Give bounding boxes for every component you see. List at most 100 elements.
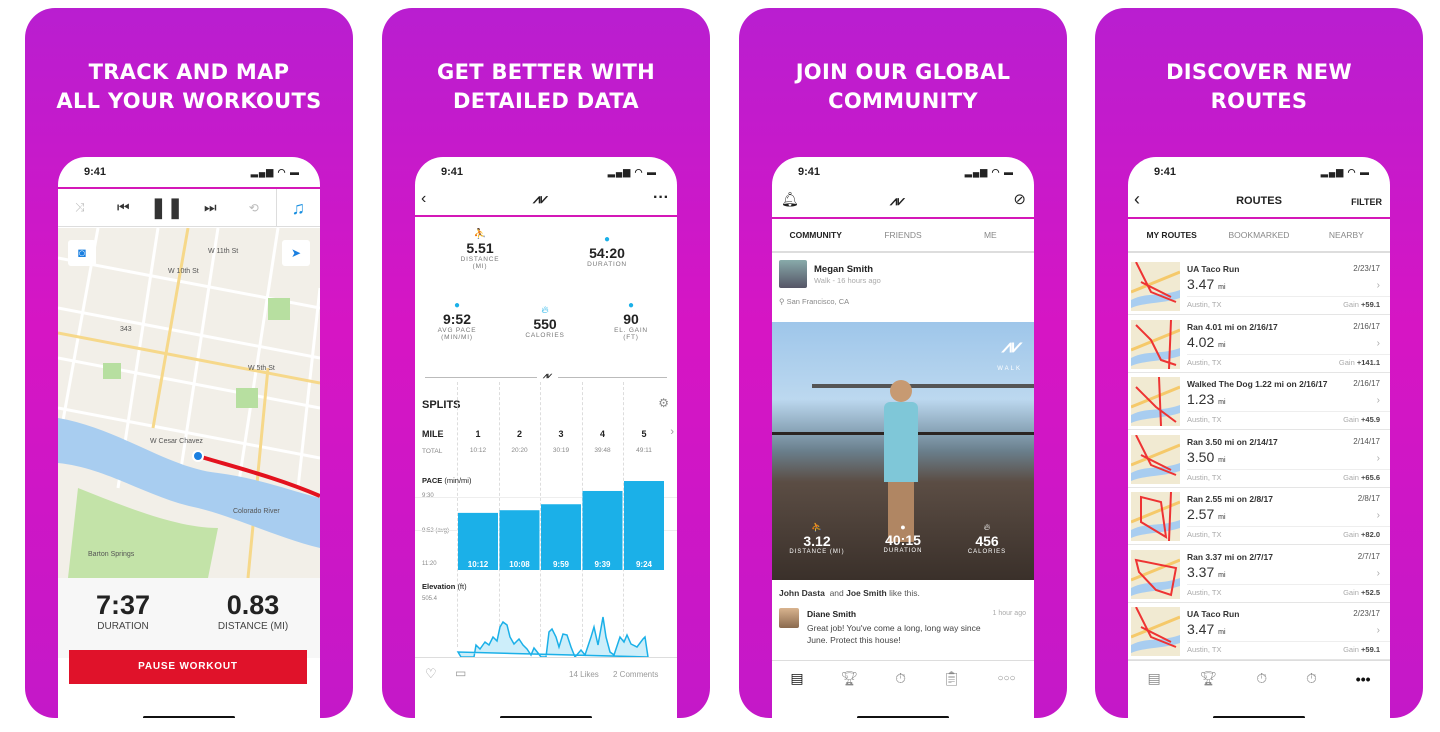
tab-community[interactable]: COMMUNITY [772, 230, 859, 240]
chevron-right-icon: › [1376, 395, 1380, 406]
heart-icon[interactable]: ♡ [425, 666, 437, 682]
route-row[interactable]: Ran 2.55 mi on 2/8/17 2/8/17 2.57 mi › A… [1128, 488, 1390, 545]
likes-text: like this. [889, 588, 920, 598]
commenter-name[interactable]: Diane Smith [807, 609, 856, 619]
tab-bookmarked[interactable]: BOOKMARKED [1215, 230, 1302, 240]
route-miles: 3.50 [1187, 448, 1215, 465]
pace-bar [582, 490, 623, 570]
comment-text: Great job! You've come a long, long way … [807, 623, 981, 645]
phone-screen: 9:41 ▂▄▆ ◠ ▬ ⤨ ⏮ ❚❚ ⏭ ⟲ ♫ W 11th St W 10t… [58, 157, 320, 718]
gain-value: +141.1 [1356, 357, 1380, 367]
route-row[interactable]: Ran 3.50 mi on 2/14/17 2/14/17 3.50 mi ›… [1128, 431, 1390, 488]
next-icon[interactable]: ⏭ [189, 199, 233, 216]
signal-wifi-battery-icon: ▂▄▆ ◠ ▬ [607, 166, 657, 177]
gain-label: Gain [1338, 357, 1355, 367]
route-row[interactable]: Ran 3.37 mi on 2/7/17 2/7/17 3.37 mi › A… [1128, 546, 1390, 603]
trophy-icon[interactable]: 🏆︎ [840, 670, 858, 687]
route-distance: 3.47 mi [1187, 621, 1226, 637]
chevron-right-icon: › [1376, 280, 1380, 291]
route-name: UA Taco Run [1187, 609, 1240, 619]
avatar[interactable] [779, 260, 807, 288]
route-unit: mi [1218, 341, 1226, 349]
photo-stat-calories: 🔥︎ 456 CALORIES [952, 522, 1022, 555]
route-row[interactable]: UA Taco Run 2/23/17 3.47 mi › Austin, TX… [1128, 603, 1390, 660]
music-note-icon[interactable]: ♫ [275, 188, 321, 227]
more-icon[interactable]: ••• [1356, 671, 1371, 687]
comments-count[interactable]: 2 Comments [613, 670, 658, 679]
phone-screen: 9:41 ▂▄▆ ◠ ▬ ‹ ROUTES FILTER MY ROUTES BO… [1128, 157, 1390, 718]
stat-value: 3.12 [803, 533, 831, 549]
likes-line[interactable]: John Dasta and Joe Smith like this. [779, 588, 920, 598]
chevron-right-icon: › [1376, 452, 1380, 464]
route-row[interactable]: Ran 4.01 mi on 2/16/17 2/16/17 4.02 mi ›… [1128, 316, 1390, 373]
route-gain: Gain +65.6 [1343, 473, 1380, 482]
route-name: Ran 4.01 mi on 2/16/17 [1187, 321, 1278, 332]
photo-stat-duration: ● 40:15 DURATION [868, 522, 938, 554]
distance-value: 0.83 [226, 590, 280, 620]
chevron-right-icon: › [1376, 567, 1380, 579]
headline-line: ROUTES [1210, 89, 1308, 113]
tab-me[interactable]: ME [947, 230, 1034, 240]
map[interactable]: W 11th St W 10th St W 5th St W Cesar Cha… [58, 228, 320, 578]
shuffle-icon[interactable]: ⤨ [58, 200, 102, 215]
commenter-avatar[interactable] [779, 608, 799, 628]
previous-icon[interactable]: ⏮ [102, 199, 146, 216]
back-icon[interactable]: ‹ [421, 190, 426, 208]
workout-photo[interactable]: ⩘⩗ WALK ⛹ 3.12 DISTANCE (MI) ● 40:15 DURATIO… [772, 322, 1034, 580]
likes-count[interactable]: 14 Likes [569, 670, 599, 679]
stat-value: 54:20 [589, 245, 625, 261]
chevron-right-icon: › [1376, 337, 1380, 349]
comment-icon[interactable]: ▭ [455, 666, 466, 680]
filter-button[interactable]: FILTER [1351, 197, 1382, 207]
compass-icon[interactable]: ⊘ [1013, 190, 1026, 208]
route-date: 2/14/17 [1353, 436, 1380, 446]
photo-stat-distance: ⛹ 3.12 DISTANCE (MI) [782, 522, 852, 555]
post-meta: Walk - 16 hours ago [814, 276, 881, 285]
stopwatch-icon[interactable]: ⏱︎ [895, 670, 906, 687]
pause-workout-button[interactable]: PAUSE WORKOUT [69, 650, 307, 684]
route-location: Austin, TX [1187, 357, 1222, 367]
phone-screen: 9:41 ▂▄▆ ◠ ▬ ‹ ⩘⩗ ··· ⛹ 5.51 DISTANCE (MI) ●… [415, 157, 677, 718]
locate-button[interactable]: ➤ [282, 240, 310, 266]
trophy-icon[interactable]: 🏆︎ [1200, 670, 1218, 687]
duration-value: 7:37 [95, 590, 151, 620]
repeat-icon[interactable]: ⟲ [232, 201, 276, 215]
tab-nearby[interactable]: NEARBY [1303, 230, 1390, 240]
likes-and: and [829, 588, 844, 598]
route-row[interactable]: Walked The Dog 1.22 mi on 2/16/17 2/16/1… [1128, 373, 1390, 430]
route-map-thumbnail [1131, 319, 1180, 369]
status-bar: 9:41 ▂▄▆ ◠ ▬ [1128, 157, 1390, 187]
headline-line: ALL YOUR WORKOUTS [56, 89, 322, 113]
route-gain: Gain +45.9 [1343, 415, 1380, 424]
bell-icon[interactable]: 🔔︎ [781, 191, 799, 208]
liker-name[interactable]: John Dasta [779, 588, 825, 598]
phone-screen: 9:41 ▂▄▆ ◠ ▬ 🔔︎ ⩘⩗ ⊘ COMMUNITY FRIENDS ME… [772, 157, 1034, 718]
camera-button[interactable]: ◙ [68, 240, 96, 266]
status-bar: 9:41 ▂▄▆ ◠ ▬ [58, 157, 320, 187]
stat-pace: ● 9:52 AVG PACE (MIN/MI) [427, 300, 487, 341]
more-icon[interactable]: ··· [653, 189, 669, 207]
post-user-name[interactable]: Megan Smith [814, 264, 873, 275]
clipboard-icon[interactable]: 📋︎ [943, 670, 961, 687]
route-row[interactable]: UA Taco Run 2/23/17 3.47 mi › Austin, TX… [1128, 258, 1390, 315]
tab-friends[interactable]: FRIENDS [859, 230, 946, 240]
stat-label: DURATION [883, 548, 923, 554]
chevron-right-icon: › [1376, 510, 1380, 521]
pause-icon[interactable]: ❚❚ [145, 195, 189, 220]
stopwatch-icon[interactable]: ⏱︎ [1256, 670, 1267, 687]
route-name: Ran 3.50 mi on 2/14/17 [1187, 436, 1278, 447]
stat-unit: (MI) [472, 263, 488, 270]
tab-my-routes[interactable]: MY ROUTES [1128, 230, 1215, 240]
routes-tabs: MY ROUTES BOOKMARKED NEARBY [1128, 219, 1390, 253]
map-label: W 5th St [248, 365, 275, 372]
stopwatch-icon[interactable]: ⏱︎ [1306, 670, 1317, 687]
feed-icon[interactable]: ▤ [790, 670, 803, 687]
feed-icon[interactable]: ▤ [1147, 670, 1160, 687]
liker-name[interactable]: Joe Smith [846, 588, 887, 598]
stat-elevation-gain: ● 90 EL. GAIN (FT) [601, 300, 661, 341]
stat-value: 9:52 [442, 311, 472, 327]
route-distance: 1.23 mi [1187, 391, 1226, 407]
map-label: 343 [120, 326, 132, 333]
more-icon[interactable]: ○○○ [997, 673, 1015, 684]
stat-label: DISTANCE (MI) [789, 549, 845, 555]
